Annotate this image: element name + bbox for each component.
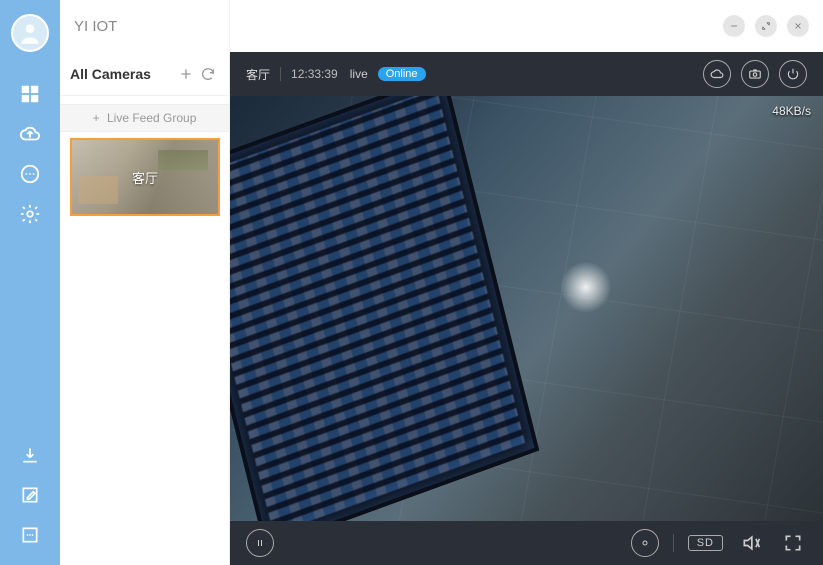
- avatar[interactable]: [11, 14, 49, 52]
- window-controls: [230, 0, 823, 52]
- window-close-button[interactable]: [787, 15, 809, 37]
- video-feed[interactable]: 48KB/s: [230, 96, 823, 521]
- cloud-upload-icon: [19, 123, 41, 145]
- minimize-icon: [729, 21, 739, 31]
- refresh-icon: [200, 66, 216, 82]
- add-camera-button[interactable]: [175, 63, 197, 85]
- pause-button[interactable]: [246, 529, 274, 557]
- chat-icon: [19, 163, 41, 185]
- bitrate-label: 48KB/s: [772, 104, 811, 118]
- camera-thumbnail[interactable]: 客厅: [70, 138, 220, 216]
- video-capture-button[interactable]: [741, 60, 769, 88]
- divider: [280, 67, 281, 81]
- pause-icon: [254, 537, 266, 549]
- video-cloud-button[interactable]: [703, 60, 731, 88]
- video-power-button[interactable]: [779, 60, 807, 88]
- online-badge: Online: [378, 67, 426, 81]
- video-timestamp: 12:33:39: [291, 67, 338, 81]
- fullscreen-button[interactable]: [779, 529, 807, 557]
- camera-thumbnail-label: 客厅: [132, 168, 158, 187]
- panel-header-label: All Cameras: [70, 66, 175, 82]
- video-live-label: live: [350, 67, 368, 81]
- refresh-button[interactable]: [197, 63, 219, 85]
- window-maximize-button[interactable]: [755, 15, 777, 37]
- nav-cloud-upload[interactable]: [0, 114, 60, 154]
- download-icon: [20, 445, 40, 465]
- nav-edit[interactable]: [0, 475, 60, 515]
- plus-icon: [178, 66, 194, 82]
- mute-button[interactable]: [737, 529, 765, 557]
- camera-icon: [748, 67, 762, 81]
- add-group-button[interactable]: + Live Feed Group: [60, 104, 229, 132]
- video-camera-name: 客厅: [246, 66, 270, 83]
- record-icon: [639, 537, 651, 549]
- camera-panel: YI IOT All Cameras + Live Feed Group 客厅: [60, 0, 230, 565]
- nav-download[interactable]: [0, 435, 60, 475]
- more-icon: [20, 525, 40, 545]
- edit-icon: [20, 485, 40, 505]
- power-icon: [786, 67, 800, 81]
- separator: [673, 534, 674, 552]
- video-area: 客厅 12:33:39 live Online 48KB/s: [230, 0, 823, 565]
- record-button[interactable]: [631, 529, 659, 557]
- nav-more[interactable]: [0, 515, 60, 555]
- app-title: YI IOT: [60, 0, 229, 52]
- nav-chat[interactable]: [0, 154, 60, 194]
- maximize-icon: [761, 21, 771, 31]
- close-icon: [793, 21, 803, 31]
- plus-glyph: +: [93, 111, 100, 125]
- quality-button[interactable]: SD: [688, 535, 723, 551]
- fullscreen-icon: [783, 533, 803, 553]
- nav-grid[interactable]: [0, 74, 60, 114]
- add-group-label: Live Feed Group: [107, 111, 196, 125]
- mute-icon: [741, 533, 761, 553]
- video-bottom-bar: SD: [230, 521, 823, 565]
- cloud-icon: [710, 67, 724, 81]
- nav-settings[interactable]: [0, 194, 60, 234]
- window-minimize-button[interactable]: [723, 15, 745, 37]
- grid-icon: [19, 83, 41, 105]
- video-top-bar: 客厅 12:33:39 live Online: [230, 52, 823, 96]
- left-nav: [0, 0, 60, 565]
- gear-icon: [19, 203, 41, 225]
